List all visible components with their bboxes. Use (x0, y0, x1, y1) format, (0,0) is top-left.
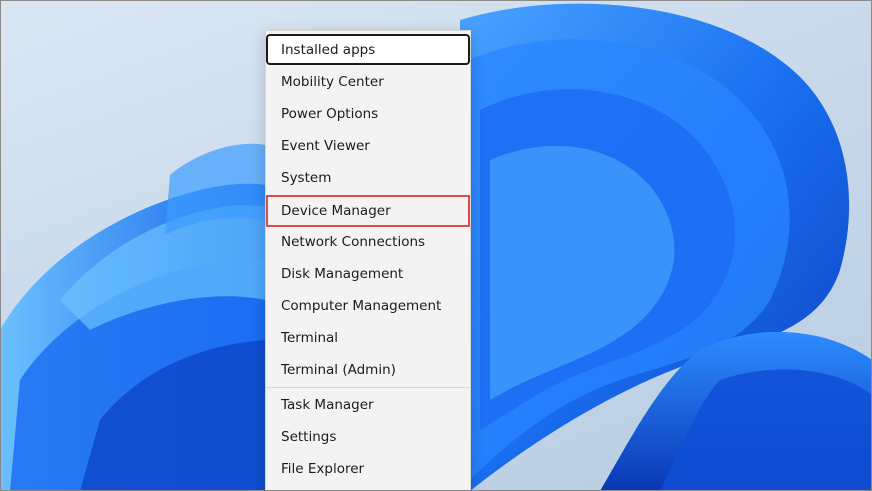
menu-item-network-connections[interactable]: Network Connections (266, 226, 470, 258)
menu-item-terminal[interactable]: Terminal (266, 322, 470, 354)
menu-item-task-manager[interactable]: Task Manager (266, 389, 470, 421)
menu-item-computer-management[interactable]: Computer Management (266, 290, 470, 322)
menu-item-event-viewer[interactable]: Event Viewer (266, 130, 470, 162)
menu-separator (266, 387, 470, 388)
menu-item-disk-management[interactable]: Disk Management (266, 258, 470, 290)
menu-item-power-options[interactable]: Power Options (266, 98, 470, 130)
menu-item-file-explorer[interactable]: File Explorer (266, 453, 470, 485)
context-menu: Installed apps Mobility Center Power Opt… (265, 30, 471, 491)
menu-item-installed-apps[interactable]: Installed apps (266, 34, 470, 65)
menu-item-device-manager[interactable]: Device Manager (266, 195, 470, 227)
desktop: Installed apps Mobility Center Power Opt… (0, 0, 872, 491)
menu-item-system[interactable]: System (266, 162, 470, 194)
menu-item-mobility-center[interactable]: Mobility Center (266, 66, 470, 98)
menu-item-settings[interactable]: Settings (266, 421, 470, 453)
menu-item-terminal-admin[interactable]: Terminal (Admin) (266, 354, 470, 386)
